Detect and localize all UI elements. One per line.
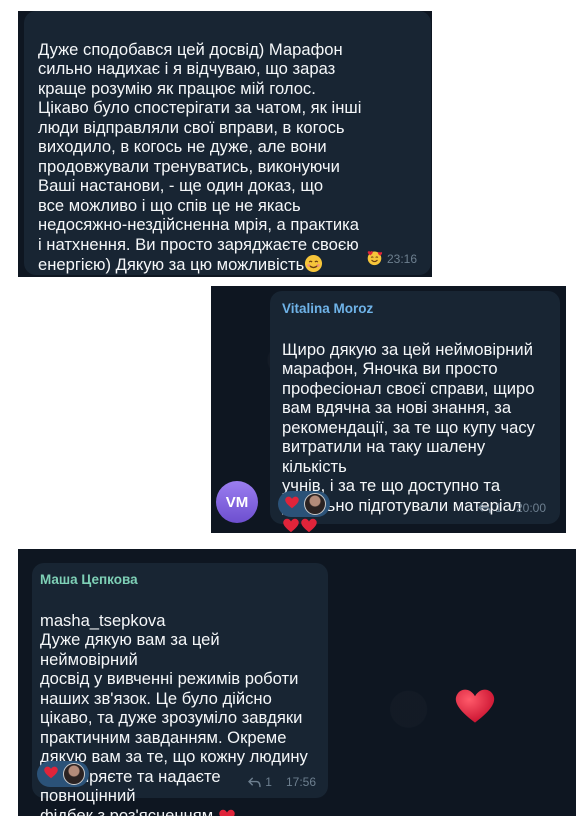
message-meta: 1 17:56 <box>248 775 316 789</box>
chat-screenshot-3: Маша Цепкова masha_tsepkova Дуже дякую в… <box>18 549 576 816</box>
reactor-avatar <box>63 763 85 785</box>
smiling-face-with-hearts-icon[interactable] <box>366 249 383 269</box>
red-heart-icon <box>284 495 300 514</box>
red-heart-icon <box>43 765 59 784</box>
avatar[interactable]: VM <box>216 481 258 523</box>
smiling-face-icon <box>304 254 323 277</box>
message-body: Щиро дякую за цей неймовірний марафон, Я… <box>282 339 535 515</box>
reaction-row <box>37 761 89 787</box>
reply-icon[interactable] <box>248 776 261 788</box>
reply-count[interactable]: 1 <box>265 775 272 789</box>
message-meta: 1 20:00 <box>478 501 546 515</box>
reply-icon[interactable] <box>478 502 491 514</box>
red-heart-icon <box>218 808 236 816</box>
sender-name[interactable]: Vitalina Moroz <box>282 300 548 318</box>
reply-count[interactable]: 1 <box>495 501 502 515</box>
red-heart-icon <box>300 517 318 533</box>
message-bubble[interactable]: Маша Цепкова masha_tsepkova Дуже дякую в… <box>32 563 328 816</box>
reaction-button[interactable] <box>278 491 330 517</box>
message-time: 17:56 <box>285 775 316 789</box>
reactor-avatar <box>304 493 326 515</box>
chat-screenshot-1: Дуже сподобався цей досвід) Марафон силь… <box>18 11 432 277</box>
message-meta: 23:16 <box>366 249 417 269</box>
sender-name[interactable]: Маша Цепкова <box>40 571 320 589</box>
reaction-row <box>278 491 330 517</box>
message-bubble[interactable]: Дуже сподобався цей досвід) Марафон силь… <box>24 11 431 275</box>
reaction-button[interactable] <box>37 761 89 787</box>
message-text: Дуже сподобався цей досвід) Марафон силь… <box>38 20 417 277</box>
message-body: Дуже сподобався цей досвід) Марафон силь… <box>38 39 362 275</box>
message-bubble[interactable]: Vitalina Moroz Щиро дякую за цей неймові… <box>270 291 560 533</box>
avatar-initials: VM <box>225 493 249 511</box>
red-heart-icon <box>282 517 300 533</box>
message-time: 23:16 <box>386 252 417 266</box>
large-heart-sticker <box>453 685 501 733</box>
message-time: 20:00 <box>515 501 546 515</box>
chat-screenshot-2: VM Vitalina Moroz Щиро дякую за цей нейм… <box>211 286 566 533</box>
